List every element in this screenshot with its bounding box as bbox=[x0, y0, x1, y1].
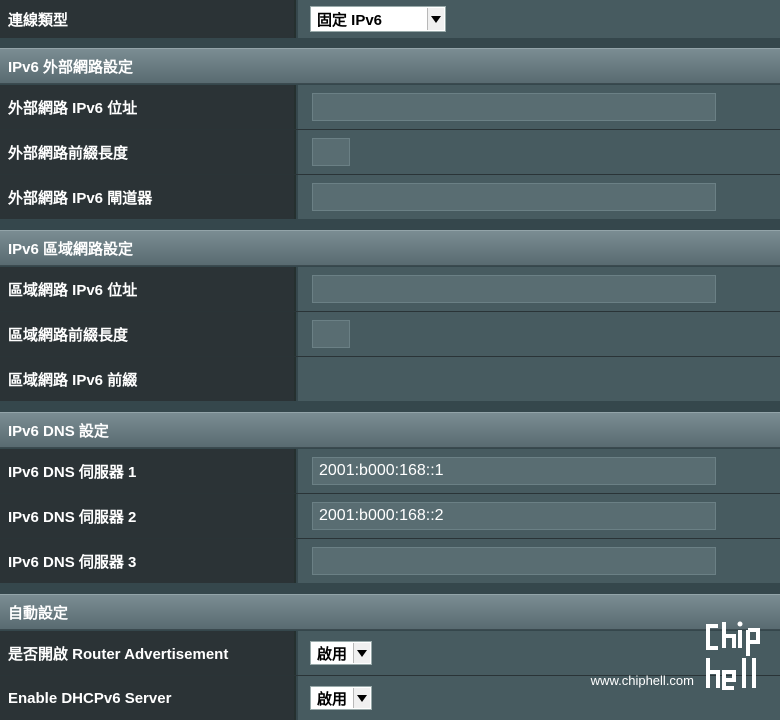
dns-server-3-input[interactable] bbox=[312, 547, 716, 575]
router-advertisement-label: 是否開啟 Router Advertisement bbox=[0, 631, 296, 675]
wan-ipv6-address-input[interactable] bbox=[312, 93, 716, 121]
router-advertisement-value: 啟用 bbox=[317, 645, 348, 663]
dns-server-3-row: IPv6 DNS 伺服器 3 bbox=[0, 539, 780, 583]
chevron-down-icon bbox=[353, 688, 370, 708]
dns-server-1-row: IPv6 DNS 伺服器 1 2001:b000:168::1 bbox=[0, 449, 780, 493]
dns-server-1-label: IPv6 DNS 伺服器 1 bbox=[0, 449, 296, 493]
chiphell-logo-icon bbox=[706, 621, 760, 690]
dns-server-3-label: IPv6 DNS 伺服器 3 bbox=[0, 539, 296, 583]
connection-type-row: 連線類型 固定 IPv6 bbox=[0, 0, 780, 38]
lan-prefix-length-input[interactable] bbox=[312, 320, 350, 348]
chevron-down-icon bbox=[427, 8, 444, 30]
wan-prefix-length-input[interactable] bbox=[312, 138, 350, 166]
connection-type-value: 固定 IPv6 bbox=[317, 11, 383, 29]
dns-section-title: IPv6 DNS 設定 bbox=[8, 422, 109, 440]
connection-type-cell: 固定 IPv6 bbox=[298, 0, 780, 38]
wan-ipv6-address-row: 外部網路 IPv6 位址 bbox=[0, 85, 780, 129]
dhcpv6-server-label: Enable DHCPv6 Server bbox=[0, 676, 296, 720]
dns-server-2-row: IPv6 DNS 伺服器 2 2001:b000:168::2 bbox=[0, 494, 780, 538]
router-advertisement-select[interactable]: 啟用 bbox=[310, 641, 372, 665]
lan-ipv6-address-input[interactable] bbox=[312, 275, 716, 303]
dns-section-header: IPv6 DNS 設定 bbox=[0, 412, 780, 448]
lan-prefix-length-label: 區域網路前綴長度 bbox=[0, 312, 296, 356]
lan-section-header: IPv6 區域網路設定 bbox=[0, 230, 780, 266]
lan-section-title: IPv6 區域網路設定 bbox=[8, 240, 134, 258]
dhcpv6-server-value: 啟用 bbox=[317, 690, 348, 708]
connection-type-label: 連線類型 bbox=[0, 0, 296, 38]
wan-section-header: IPv6 外部網路設定 bbox=[0, 48, 780, 84]
lan-ipv6-prefix-label: 區域網路 IPv6 前綴 bbox=[0, 357, 296, 401]
lan-prefix-length-row: 區域網路前綴長度 bbox=[0, 312, 780, 356]
wan-gateway-label: 外部網路 IPv6 閘道器 bbox=[0, 175, 296, 219]
dns-server-1-input[interactable]: 2001:b000:168::1 bbox=[312, 457, 716, 485]
wan-section-title: IPv6 外部網路設定 bbox=[8, 58, 134, 76]
wan-ipv6-address-label: 外部網路 IPv6 位址 bbox=[0, 85, 296, 129]
wan-prefix-length-label: 外部網路前綴長度 bbox=[0, 130, 296, 174]
wan-gateway-input[interactable] bbox=[312, 183, 716, 211]
dns-server-2-input[interactable]: 2001:b000:168::2 bbox=[312, 502, 716, 530]
chevron-down-icon bbox=[353, 643, 370, 663]
lan-ipv6-address-row: 區域網路 IPv6 位址 bbox=[0, 267, 780, 311]
lan-ipv6-address-label: 區域網路 IPv6 位址 bbox=[0, 267, 296, 311]
wan-prefix-length-row: 外部網路前綴長度 bbox=[0, 130, 780, 174]
watermark-url: www.chiphell.com bbox=[590, 673, 694, 688]
dhcpv6-server-select[interactable]: 啟用 bbox=[310, 686, 372, 710]
dns-server-2-label: IPv6 DNS 伺服器 2 bbox=[0, 494, 296, 538]
auto-section-title: 自動設定 bbox=[8, 604, 69, 622]
wan-gateway-row: 外部網路 IPv6 閘道器 bbox=[0, 175, 780, 219]
watermark: www.chiphell.com bbox=[591, 620, 768, 692]
connection-type-select[interactable]: 固定 IPv6 bbox=[310, 6, 446, 32]
lan-ipv6-prefix-row: 區域網路 IPv6 前綴 bbox=[0, 357, 780, 401]
